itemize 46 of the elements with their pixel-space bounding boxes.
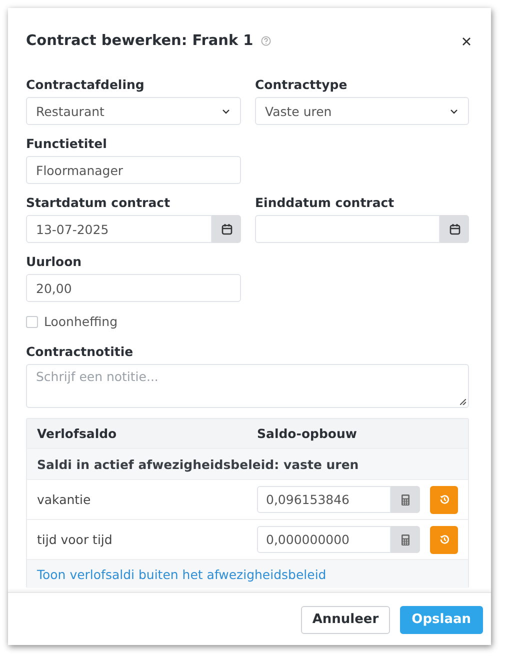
field-value: Vaste uren [265, 104, 332, 118]
field-label: Contractafdeling [26, 76, 144, 93]
calculator-icon [401, 494, 410, 506]
calendar-button[interactable] [212, 215, 241, 243]
calendar-button[interactable] [440, 215, 469, 243]
history-icon [438, 534, 450, 545]
calculator-button[interactable] [391, 486, 420, 513]
group-heading: Saldi in actief afwezigheidsbeleid: vaste uren [37, 456, 359, 472]
history-button[interactable] [430, 526, 458, 554]
calculator-icon [401, 534, 410, 546]
column-header: Saldo-opbouw [257, 426, 358, 441]
field-label: Contracttype [255, 76, 348, 93]
leave-type: vakantie [37, 492, 92, 507]
dialog-title: Contract bewerken: Frank 1 [26, 33, 254, 49]
input-field[interactable]: Floormanager [26, 156, 241, 184]
close-icon [462, 36, 470, 46]
input-field[interactable]: 0,096153846 [257, 486, 391, 513]
field-value: 13-07-2025 [36, 222, 109, 236]
field-label: Uurloon [26, 253, 82, 270]
cancel-button[interactable]: Annuleer [301, 606, 390, 634]
field-label: Einddatum contract [255, 194, 394, 211]
field-label: Contractnotitie [26, 343, 134, 360]
history-icon [438, 494, 450, 505]
chevron-down-icon [450, 108, 458, 114]
dropdown[interactable]: Restaurant [26, 97, 241, 125]
field-value: Restaurant [36, 104, 104, 118]
resize-handle-icon [460, 399, 466, 405]
input-field[interactable]: 0,000000000 [257, 526, 391, 553]
placeholder-text: Schrijf een notitie... [36, 369, 158, 384]
field-label: Startdatum contract [26, 194, 170, 211]
date-field[interactable]: 13-07-2025 [26, 215, 212, 243]
leave-type: tijd voor tijd [37, 532, 114, 547]
calendar-icon [448, 223, 460, 235]
checkbox[interactable] [26, 316, 38, 328]
help-icon[interactable] [261, 36, 272, 46]
field-value: Floormanager [36, 162, 124, 178]
field-value: 20,00 [36, 280, 72, 296]
calculator-button[interactable] [391, 526, 420, 553]
checkbox-label: Loonheffing [44, 314, 118, 329]
chevron-down-icon [222, 108, 230, 114]
calendar-icon [220, 223, 232, 235]
history-button[interactable] [430, 486, 458, 514]
column-header: Verlofsaldo [37, 426, 118, 441]
dropdown[interactable]: Vaste uren [255, 97, 469, 125]
input-field[interactable]: 20,00 [26, 274, 241, 302]
field-label: Functietitel [26, 135, 107, 152]
